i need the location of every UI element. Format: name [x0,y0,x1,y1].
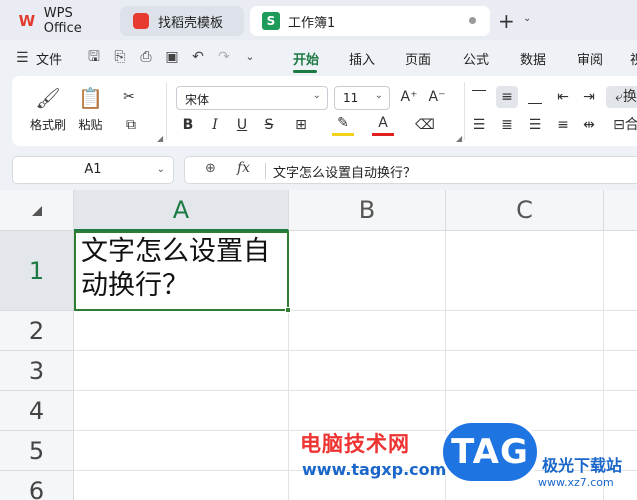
fill-handle[interactable] [285,307,291,313]
format-painter-button[interactable]: 🖌 格式刷 [30,84,66,133]
formula-text[interactable]: 文字怎么设置自动换行？ [273,162,416,181]
align-middle-icon[interactable]: ≡ [496,86,518,108]
clear-format-icon[interactable]: ⌫ [414,114,436,136]
row-header-1[interactable]: 1 [0,231,74,311]
paste-icon: 📋 [78,86,103,110]
strikethrough-button[interactable]: S [258,114,280,136]
italic-button[interactable]: I [204,114,226,136]
formula-input[interactable]: ⊕ fx 文字怎么设置自动换行？ [184,156,637,184]
align-right-icon[interactable]: ☰ [524,114,546,136]
hamburger-menu-icon[interactable]: ☰ [16,50,29,66]
undo-icon[interactable]: ↶ [188,47,208,67]
spreadsheet-icon: S [262,12,280,30]
tab-data[interactable]: 数据 [520,49,546,68]
tab-insert[interactable]: 插入 [349,49,375,68]
watermark-url: www.tagxp.com [302,460,447,479]
font-color-icon[interactable]: A [372,114,394,136]
tab-label: 工作簿1 [288,15,336,31]
name-box[interactable]: A1 ⌄ [12,156,174,184]
borders-icon[interactable]: ⊞ [290,114,312,136]
chevron-down-icon: ⌄ [374,90,383,101]
increase-font-icon[interactable]: A⁺ [398,86,420,108]
wrap-text-button[interactable]: ⤶换 [606,86,637,108]
export-icon[interactable]: ⎘ [110,47,130,67]
file-menu[interactable]: 文件 [36,49,62,68]
watermark-site: 极光下载站 [542,456,623,475]
paste-button[interactable]: 📋 粘贴 [78,84,103,133]
distributed-icon[interactable]: ⇹ [578,114,600,136]
select-all-button[interactable] [0,190,74,231]
bold-button[interactable]: B [177,114,199,136]
more-chevron-icon[interactable]: ⌄ [240,47,260,67]
row-header-6[interactable]: 6 [0,471,74,500]
divider [265,163,266,179]
tab-home[interactable]: 开始 [293,49,319,68]
row-header-5[interactable]: 5 [0,431,74,471]
align-left-icon[interactable]: ☰ [468,114,490,136]
select-all-icon [32,206,42,216]
align-top-icon[interactable]: ⎺ [468,86,490,108]
row-header-4[interactable]: 4 [0,391,74,431]
format-painter-icon: 🖌 [35,86,61,110]
tab-label: 找稻壳模板 [158,15,224,31]
gridline [74,390,637,391]
clipboard-expand-icon[interactable]: ◢ [157,134,163,143]
save-icon[interactable]: 🖫 [84,47,104,67]
watermark-title: 电脑技术网 [300,432,410,456]
font-expand-icon[interactable]: ◢ [456,134,462,143]
divider [464,82,465,140]
print-icon[interactable]: ⎙ [136,47,156,67]
indent-decrease-icon[interactable]: ⇤ [552,86,574,108]
column-header-c[interactable]: C [446,190,604,231]
font-name-select[interactable]: 宋体 ⌄ [176,86,328,110]
tab-workbook[interactable]: S 工作簿1 [250,6,490,36]
unsaved-dot-icon[interactable] [469,17,476,24]
row-header-2[interactable]: 2 [0,311,74,351]
chevron-down-icon: ⌄ [156,164,165,175]
cut-icon[interactable]: ✂ [118,86,140,108]
divider [166,82,167,140]
tab-docer-templates[interactable]: 找稻壳模板 [120,6,244,36]
new-tab-plus-icon[interactable]: + [498,9,515,33]
redo-icon[interactable]: ↷ [214,47,234,67]
copy-icon[interactable]: ⧉ [120,114,142,136]
decrease-font-icon[interactable]: A⁻ [426,86,448,108]
active-tab-indicator [293,70,317,73]
title-tab-bar: W WPS Office 找稻壳模板 S 工作簿1 + ⌄ [0,0,637,40]
underline-button[interactable]: U [231,114,253,136]
cell-a1[interactable]: 文字怎么设置自动换行？ [74,231,289,311]
highlight-color-icon[interactable]: ✎ [332,114,354,136]
row-header-3[interactable]: 3 [0,351,74,391]
watermark-logo: TAG [440,420,540,484]
column-header-b[interactable]: B [289,190,446,231]
menu-bar: ☰ 文件 🖫 ⎘ ⎙ ▣ ↶ ↷ ⌄ 开始 插入 页面 公式 数据 审阅 视 [0,40,637,74]
tab-review[interactable]: 审阅 [577,49,603,68]
align-center-icon[interactable]: ≣ [496,114,518,136]
docer-logo-icon [132,12,150,30]
tab-wps-office[interactable]: W WPS Office [6,6,114,36]
watermark-site-url: www.xz7.com [538,476,614,489]
column-header-a[interactable]: A [74,190,289,231]
column-header-d[interactable] [604,190,637,231]
formula-bar: A1 ⌄ ⊕ fx 文字怎么设置自动换行？ [0,150,637,190]
chevron-down-icon[interactable]: ⌄ [523,13,531,24]
merge-cells-button[interactable]: ⊟合 [606,114,637,136]
merge-icon: ⊟ [613,117,625,133]
chevron-down-icon: ⌄ [312,90,321,101]
function-icon[interactable]: fx [237,160,250,176]
indent-increase-icon[interactable]: ⇥ [578,86,600,108]
tab-formula[interactable]: 公式 [463,49,489,68]
justify-icon[interactable]: ≡ [552,114,574,136]
font-size-select[interactable]: 11 ⌄ [334,86,390,110]
wps-logo-icon: W [18,12,36,30]
tab-label: WPS Office [43,6,82,36]
align-bottom-icon[interactable]: ⎽ [524,86,546,108]
tab-page[interactable]: 页面 [405,49,431,68]
tab-view[interactable]: 视 [630,49,637,68]
print-preview-icon[interactable]: ▣ [162,47,182,67]
zoom-icon[interactable]: ⊕ [205,161,216,176]
ribbon-home: 🖌 格式刷 📋 粘贴 ✂ ⧉ ◢ 宋体 ⌄ 11 ⌄ A⁺ A⁻ B I U S… [12,76,637,146]
wrap-text-icon: ⤶ [615,89,623,105]
gridline [74,350,637,351]
